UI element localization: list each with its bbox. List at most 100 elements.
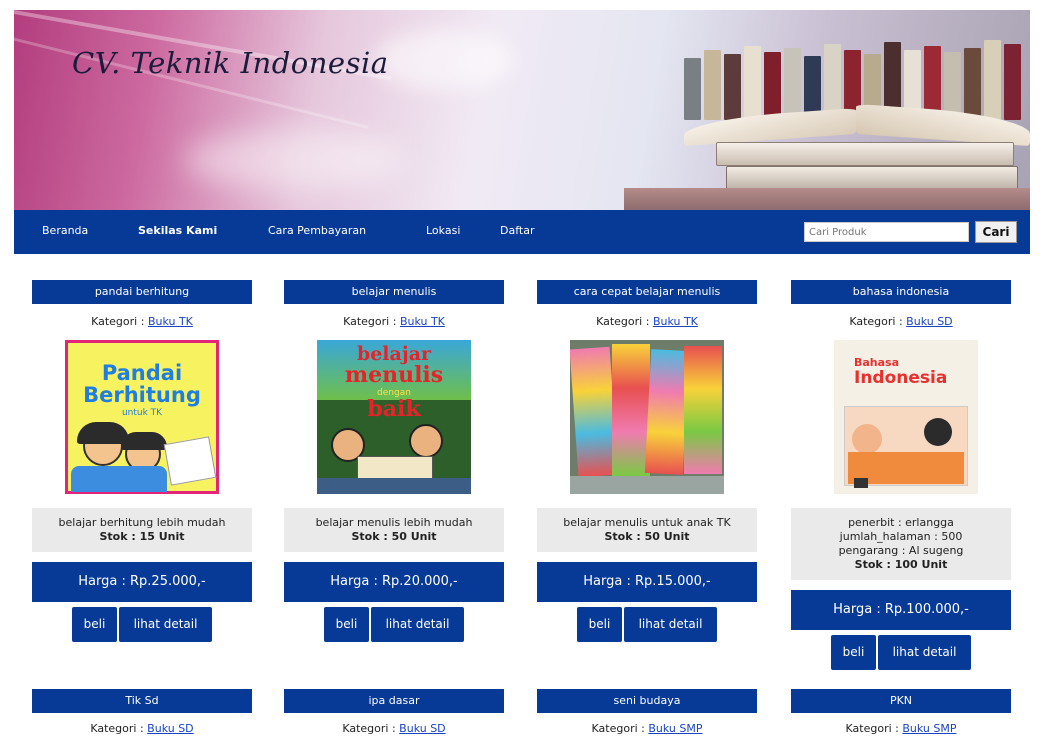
product-title: pandai berhitung (32, 280, 252, 304)
nav-item-daftar[interactable]: Daftar (500, 224, 534, 237)
product-actions: beli lihat detail (537, 607, 757, 642)
desk-image (624, 188, 1030, 210)
product-category: Kategori : Buku SD (284, 722, 504, 738)
category-label: Kategori : (596, 315, 650, 328)
nav-item-beranda[interactable]: Beranda (42, 224, 88, 237)
category-link[interactable]: Buku TK (653, 315, 698, 328)
cover-text: menulis (344, 362, 444, 388)
category-link[interactable]: Buku TK (148, 315, 193, 328)
view-detail-button[interactable]: lihat detail (371, 607, 464, 642)
cover-text: Indonesia (854, 368, 948, 388)
cover-text: Berhitung (83, 383, 201, 407)
product-image[interactable]: Pandai Berhitung untuk TK (65, 340, 219, 494)
product-card: pandai berhitung Kategori : Buku TK Pand… (32, 280, 252, 642)
product-price: Harga : Rp.15.000,- (537, 562, 757, 602)
banner-glow (374, 30, 514, 90)
product-category: Kategori : Buku SMP (537, 722, 757, 738)
category-label: Kategori : (342, 722, 396, 735)
category-link[interactable]: Buku SD (147, 722, 193, 735)
price-value: Rp.100.000,- (884, 602, 969, 617)
product-card: Tik Sd Kategori : Buku SD (32, 689, 252, 738)
price-label: Harga : (833, 602, 881, 617)
description-text: belajar berhitung lebih mudah (58, 516, 226, 529)
product-category: Kategori : Buku SD (791, 315, 1011, 331)
cover-text: belajar (356, 343, 432, 365)
product-title: ipa dasar (284, 689, 504, 713)
category-label: Kategori : (845, 722, 899, 735)
product-image[interactable] (570, 340, 724, 494)
category-link[interactable]: Buku SMP (902, 722, 956, 735)
cover-text: Pandai (101, 361, 183, 385)
main-nav: Beranda Sekilas Kami Cara Pembayaran Lok… (14, 210, 1030, 254)
view-detail-button[interactable]: lihat detail (624, 607, 717, 642)
nav-item-lokasi[interactable]: Lokasi (426, 224, 460, 237)
description-text: belajar menulis lebih mudah (315, 516, 473, 529)
product-title: cara cepat belajar menulis (537, 280, 757, 304)
product-category: Kategori : Buku TK (32, 315, 252, 331)
buy-button[interactable]: beli (577, 607, 622, 642)
product-card: seni budaya Kategori : Buku SMP (537, 689, 757, 738)
book-stack-image (716, 142, 1014, 166)
product-description: penerbit : erlangga jumlah_halaman : 500… (791, 508, 1011, 580)
nav-item-cara-pembayaran[interactable]: Cara Pembayaran (268, 224, 366, 237)
stock-text: Stok : 50 Unit (351, 530, 437, 543)
product-description: belajar menulis lebih mudah Stok : 50 Uni… (284, 508, 504, 552)
product-title: belajar menulis (284, 280, 504, 304)
view-detail-button[interactable]: lihat detail (878, 635, 971, 670)
category-link[interactable]: Buku TK (400, 315, 445, 328)
category-label: Kategori : (343, 315, 397, 328)
header-banner: CV. Teknik Indonesia (14, 10, 1030, 210)
buy-button[interactable]: beli (831, 635, 876, 670)
cover-text: untuk TK (121, 408, 163, 418)
product-category: Kategori : Buku TK (284, 315, 504, 331)
category-label: Kategori : (849, 315, 903, 328)
category-label: Kategori : (591, 722, 645, 735)
product-image[interactable]: belajar menulis dengan baik (317, 340, 471, 494)
price-value: Rp.20.000,- (382, 574, 458, 589)
product-actions: beli lihat detail (32, 607, 252, 642)
search-input[interactable] (804, 222, 969, 242)
cover-text: baik (367, 396, 421, 422)
product-card: PKN Kategori : Buku SMP (791, 689, 1011, 738)
product-card: ipa dasar Kategori : Buku SD (284, 689, 504, 738)
product-card: bahasa indonesia Kategori : Buku SD Baha… (791, 280, 1011, 670)
product-description: belajar berhitung lebih mudah Stok : 15 U… (32, 508, 252, 552)
category-label: Kategori : (90, 722, 144, 735)
nav-item-sekilas-kami[interactable]: Sekilas Kami (138, 224, 217, 237)
price-label: Harga : (78, 574, 126, 589)
product-card: cara cepat belajar menulis Kategori : Bu… (537, 280, 757, 642)
stock-text: Stok : 50 Unit (604, 530, 690, 543)
buy-button[interactable]: beli (324, 607, 369, 642)
product-price: Harga : Rp.20.000,- (284, 562, 504, 602)
stock-text: Stok : 15 Unit (99, 530, 185, 543)
category-link[interactable]: Buku SD (906, 315, 952, 328)
product-image[interactable]: Bahasa Indonesia (824, 340, 978, 494)
category-link[interactable]: Buku SD (399, 722, 445, 735)
open-book-image (684, 103, 1030, 147)
stock-text: Stok : 100 Unit (854, 558, 948, 571)
category-link[interactable]: Buku SMP (648, 722, 702, 735)
category-label: Kategori : (91, 315, 145, 328)
product-category: Kategori : Buku SMP (791, 722, 1011, 738)
product-category: Kategori : Buku SD (32, 722, 252, 738)
product-price: Harga : Rp.100.000,- (791, 590, 1011, 630)
price-value: Rp.15.000,- (635, 574, 711, 589)
price-value: Rp.25.000,- (130, 574, 206, 589)
description-text: belajar menulis untuk anak TK (563, 516, 731, 529)
product-title: PKN (791, 689, 1011, 713)
view-detail-button[interactable]: lihat detail (119, 607, 212, 642)
product-title: Tik Sd (32, 689, 252, 713)
buy-button[interactable]: beli (72, 607, 117, 642)
product-card: belajar menulis Kategori : Buku TK belaj… (284, 280, 504, 642)
product-category: Kategori : Buku TK (537, 315, 757, 331)
description-line: pengarang : Al sugeng (838, 544, 964, 557)
product-price: Harga : Rp.25.000,- (32, 562, 252, 602)
product-actions: beli lihat detail (284, 607, 504, 642)
price-label: Harga : (330, 574, 378, 589)
search-button[interactable]: Cari (975, 221, 1017, 243)
description-line: jumlah_halaman : 500 (839, 530, 963, 543)
description-line: penerbit : erlangga (848, 516, 954, 529)
price-label: Harga : (583, 574, 631, 589)
page: CV. Teknik Indonesia Beranda Sekilas Kam… (14, 10, 1030, 749)
product-description: belajar menulis untuk anak TK Stok : 50 U… (537, 508, 757, 552)
